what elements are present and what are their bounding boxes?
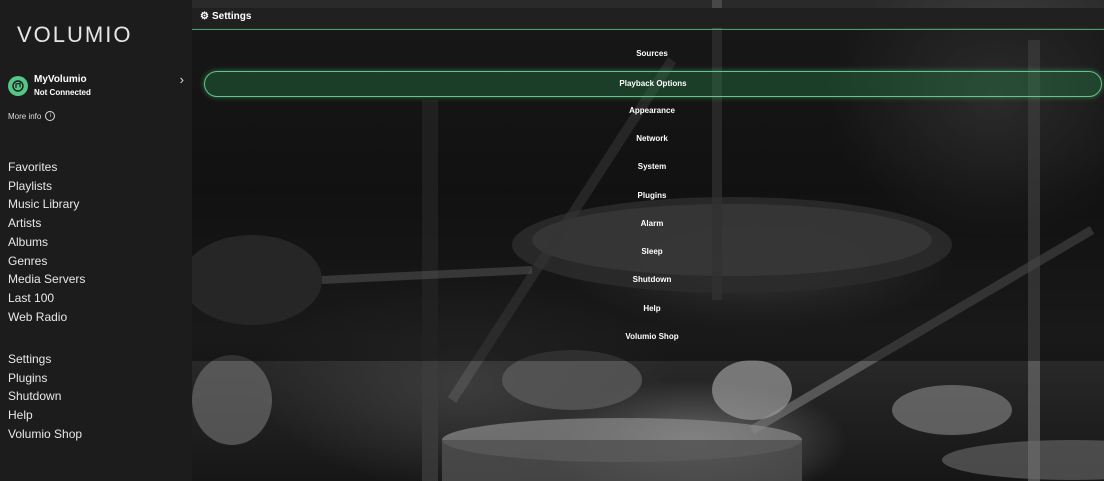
settings-item-appearance[interactable]: Appearance xyxy=(204,99,1100,123)
sidebar-item-playlists[interactable]: Playlists xyxy=(8,177,85,196)
sidebar-item-shutdown[interactable]: Shutdown xyxy=(8,387,82,406)
settings-item-system[interactable]: System xyxy=(204,155,1100,179)
page-title: ⚙ Settings xyxy=(200,11,251,22)
myvolumio-account[interactable]: MyVolumio Not Connected › xyxy=(8,72,190,102)
account-name: MyVolumio xyxy=(34,74,87,85)
page-header: ⚙ Settings xyxy=(192,8,1104,28)
chevron-right-icon[interactable]: › xyxy=(180,72,184,87)
info-icon: i xyxy=(45,111,56,121)
settings-item-network[interactable]: Network xyxy=(204,127,1100,151)
volumio-logo[interactable]: VOLUMIO xyxy=(17,22,132,48)
sidebar-item-albums[interactable]: Albums xyxy=(8,233,85,252)
account-status: Not Connected xyxy=(34,88,91,97)
settings-item-playback-options[interactable]: Playback Options xyxy=(204,71,1102,97)
sidebar-item-settings[interactable]: Settings xyxy=(8,350,82,369)
settings-item-alarm[interactable]: Alarm xyxy=(204,212,1100,236)
more-info-label: More info xyxy=(8,111,42,121)
settings-item-plugins[interactable]: Plugins xyxy=(204,184,1100,208)
gear-icon: ⚙ xyxy=(200,11,209,22)
sidebar-item-artists[interactable]: Artists xyxy=(8,214,85,233)
sidebar-item-volumio-shop[interactable]: Volumio Shop xyxy=(8,425,82,444)
settings-item-sources[interactable]: Sources xyxy=(204,42,1100,66)
sidebar-item-genres[interactable]: Genres xyxy=(8,252,85,271)
sidebar-item-favorites[interactable]: Favorites xyxy=(8,158,85,177)
sidebar-item-music-library[interactable]: Music Library xyxy=(8,195,85,214)
page-title-text: Settings xyxy=(211,11,252,22)
sidebar-item-help[interactable]: Help xyxy=(8,406,82,425)
more-info-link[interactable]: More info i xyxy=(8,111,56,121)
settings-item-help[interactable]: Help xyxy=(204,297,1100,321)
settings-item-volumio-shop[interactable]: Volumio Shop xyxy=(204,325,1100,349)
settings-item-sleep[interactable]: Sleep xyxy=(204,240,1100,264)
system-nav: Settings Plugins Shutdown Help Volumio S… xyxy=(8,350,82,444)
sidebar-item-last-100[interactable]: Last 100 xyxy=(8,289,85,308)
sidebar-item-web-radio[interactable]: Web Radio xyxy=(8,308,85,327)
browse-nav: Favorites Playlists Music Library Artist… xyxy=(8,158,85,326)
sidebar-item-media-servers[interactable]: Media Servers xyxy=(8,270,85,289)
settings-item-shutdown[interactable]: Shutdown xyxy=(204,268,1100,292)
sidebar: VOLUMIO MyVolumio Not Connected › More i… xyxy=(0,0,192,481)
sidebar-item-plugins[interactable]: Plugins xyxy=(8,369,82,388)
myvolumio-icon xyxy=(8,76,28,96)
